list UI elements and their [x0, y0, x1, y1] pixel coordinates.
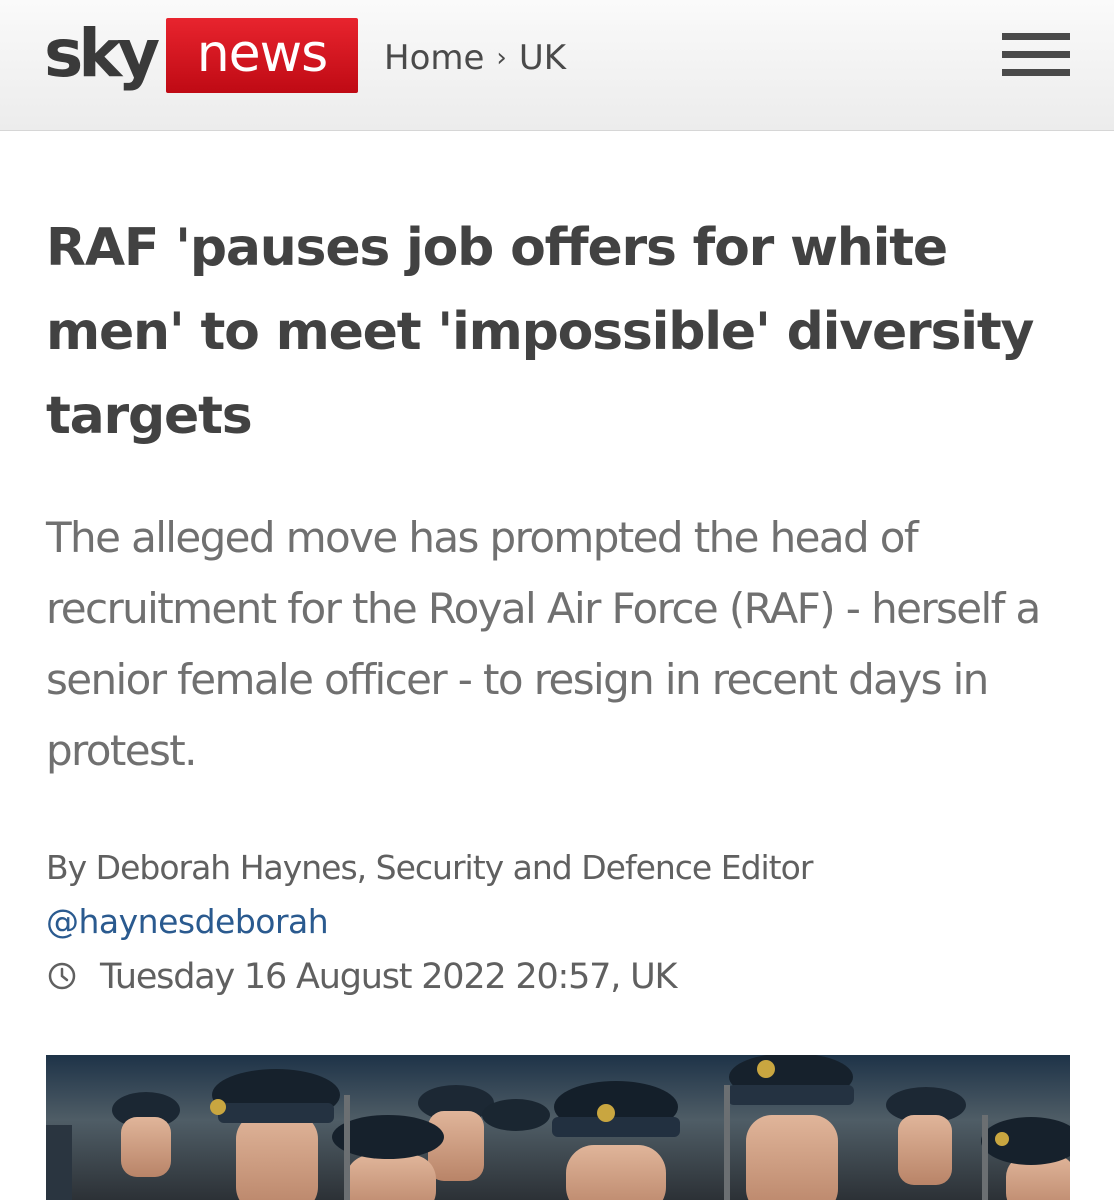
hamburger-menu-icon[interactable]: [1002, 30, 1072, 80]
menu-bar-bottom: [1002, 69, 1070, 76]
clock-icon: [48, 962, 76, 990]
menu-bar-top: [1002, 33, 1070, 40]
site-header: sky news Home › UK: [0, 0, 1114, 131]
timestamp-text: Tuesday 16 August 2022 20:57, UK: [100, 957, 677, 997]
breadcrumb-section-link[interactable]: UK: [519, 38, 566, 78]
hero-image[interactable]: [46, 1055, 1070, 1200]
news-logo[interactable]: news: [166, 18, 358, 93]
article-headline: RAF 'pauses job offers for white men' to…: [46, 218, 1034, 446]
sky-logo[interactable]: sky: [44, 18, 160, 90]
breadcrumb: Home › UK: [384, 34, 566, 85]
breadcrumb-home-link[interactable]: Home: [384, 38, 484, 78]
hero-photo: [46, 1055, 1070, 1200]
article-byline: By Deborah Haynes, Security and Defence …: [46, 848, 813, 887]
breadcrumb-separator-icon: ›: [496, 43, 507, 73]
menu-bar-middle: [1002, 51, 1070, 58]
article-standfirst: The alleged move has prompted the head o…: [46, 513, 1041, 775]
author-twitter-link[interactable]: @haynesdeborah: [46, 899, 329, 945]
